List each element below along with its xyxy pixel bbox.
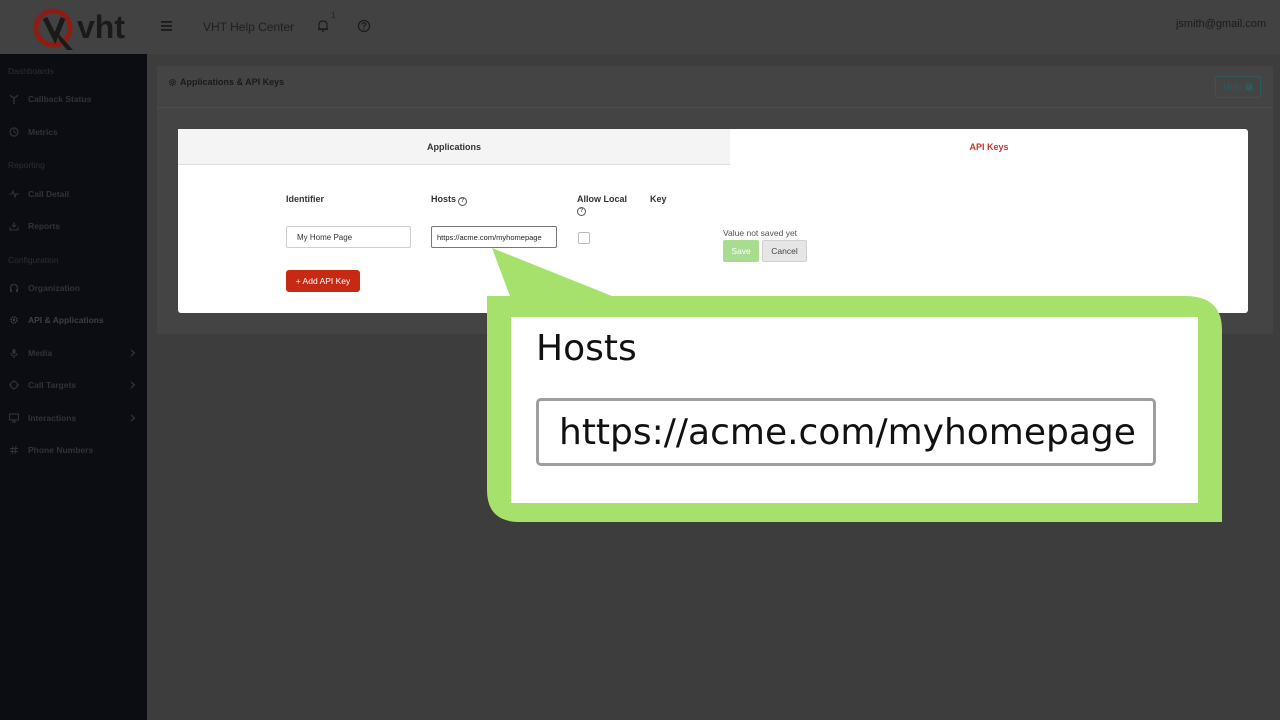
callout-hosts-input: https://acme.com/myhomepage [536,398,1156,466]
zoom-callout-frame [487,248,1222,522]
callout-hosts-label: Hosts [536,328,637,369]
